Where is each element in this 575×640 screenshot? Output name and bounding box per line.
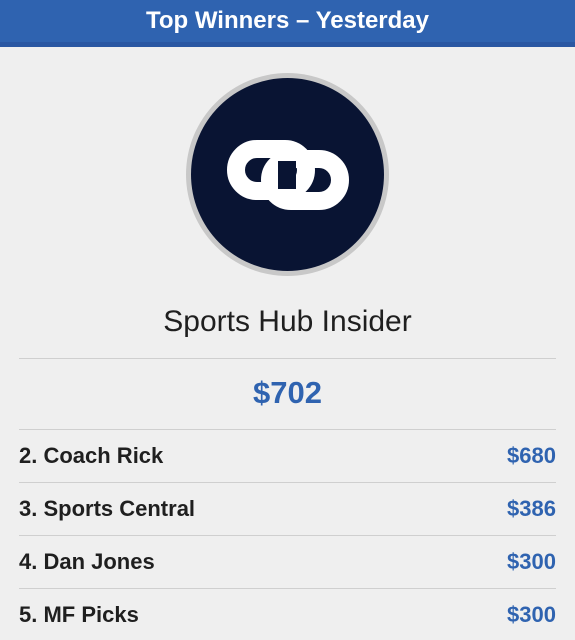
ranking-amount: $300 bbox=[507, 549, 556, 574]
rankings-list: 2. Coach Rick $680 3. Sports Central $38… bbox=[19, 429, 556, 640]
sports-hub-logo bbox=[191, 78, 384, 271]
ranking-name: 3. Sports Central bbox=[19, 496, 196, 521]
featured-winning-amount: $702 bbox=[253, 375, 322, 410]
ranking-amount: $300 bbox=[507, 602, 556, 627]
featured-name: Sports Hub Insider bbox=[163, 305, 412, 338]
ranking-name: 2. Coach Rick bbox=[19, 443, 164, 468]
ranking-row[interactable]: 3. Sports Central $386 bbox=[19, 482, 556, 535]
page-title: Top Winners – Yesterday bbox=[146, 7, 429, 34]
featured-avatar[interactable] bbox=[186, 73, 389, 276]
ranking-amount: $386 bbox=[507, 496, 556, 521]
divider bbox=[19, 358, 556, 359]
chain-link-icon bbox=[226, 139, 349, 210]
ranking-row[interactable]: 2. Coach Rick $680 bbox=[19, 429, 556, 482]
ranking-row[interactable]: 5. MF Picks $300 bbox=[19, 588, 556, 640]
ranking-amount: $680 bbox=[507, 443, 556, 468]
top-winners-page: Top Winners – Yesterday Sports Hub Insid… bbox=[0, 0, 575, 640]
winners-content: Sports Hub Insider $702 2. Coach Rick $6… bbox=[0, 47, 575, 640]
ranking-name: 4. Dan Jones bbox=[19, 549, 155, 574]
ranking-row[interactable]: 4. Dan Jones $300 bbox=[19, 535, 556, 588]
header-bar: Top Winners – Yesterday bbox=[0, 0, 575, 47]
ranking-name: 5. MF Picks bbox=[19, 602, 139, 627]
